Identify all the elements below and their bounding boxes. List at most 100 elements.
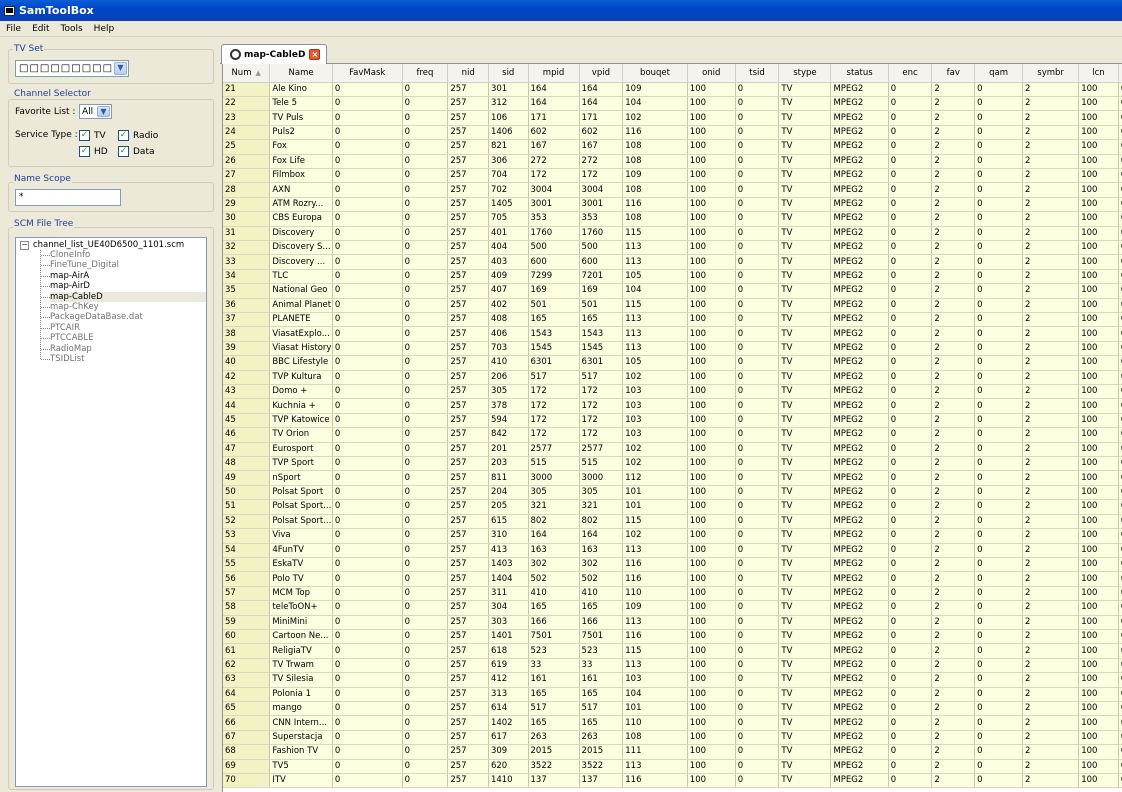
table-cell[interactable]: 100 (687, 773, 736, 789)
table-row[interactable]: 36 Animal Planet 0 0 257 402 501 501 115 100 0 TV MP… (223, 298, 1122, 314)
table-cell[interactable]: 44 (223, 398, 271, 414)
table-cell[interactable]: 6900 (1118, 600, 1122, 616)
table-cell[interactable]: 2577 (579, 442, 624, 458)
table-cell[interactable]: 811 (488, 470, 529, 486)
table-cell[interactable]: 104 (622, 687, 688, 702)
table-cell[interactable]: 0 (888, 154, 933, 169)
table-cell[interactable]: 0 (735, 543, 780, 558)
table-cell[interactable]: TV (778, 427, 832, 443)
table-cell[interactable]: 0 (332, 269, 403, 285)
table-cell[interactable]: 52 (223, 514, 271, 530)
table-cell[interactable]: 0 (735, 240, 780, 256)
table-cell[interactable]: 6900 (1118, 773, 1122, 789)
table-cell[interactable]: 39 (223, 341, 271, 357)
table-cell[interactable]: 116 (622, 571, 688, 587)
table-cell[interactable]: 6900 (1118, 456, 1122, 472)
table-cell[interactable]: 167 (528, 139, 580, 155)
table-cell[interactable]: 30 (223, 211, 271, 227)
table-cell[interactable]: 0 (332, 182, 403, 198)
table-cell[interactable]: 2 (1022, 254, 1080, 270)
table-cell[interactable]: 24 (223, 125, 271, 141)
table-cell[interactable]: 113 (622, 254, 688, 270)
table-cell[interactable]: 100 (687, 240, 736, 256)
table-cell[interactable]: 0 (402, 528, 449, 544)
table-row[interactable]: 59 MiniMini 0 0 257 303 166 166 113 100 0 TV MPEG2 0 2… (223, 615, 1122, 630)
table-cell[interactable]: 0 (735, 557, 780, 573)
tree-item[interactable]: TSIDList (50, 354, 85, 364)
table-cell[interactable]: 3522 (579, 759, 624, 775)
table-cell[interactable]: 23 (223, 110, 271, 126)
table-cell[interactable]: 272 (579, 154, 624, 169)
table-cell[interactable]: 0 (974, 730, 1023, 746)
table-cell[interactable]: 100 (687, 571, 736, 587)
table-cell[interactable]: 6900 (1118, 82, 1122, 97)
table-cell[interactable]: 0 (332, 413, 403, 429)
table-cell[interactable]: 0 (402, 312, 449, 328)
table-cell[interactable]: TV (778, 197, 832, 213)
table-cell[interactable]: 0 (332, 384, 403, 400)
table-cell[interactable]: 100 (687, 211, 736, 227)
table-cell[interactable]: 2 (1022, 643, 1080, 659)
table-row[interactable]: 38 ViasatExplo... 0 0 257 406 1543 1543 113 100 0 T… (223, 326, 1122, 342)
table-cell[interactable]: 100 (1078, 615, 1119, 630)
table-cell[interactable]: 2 (931, 298, 976, 314)
table-cell[interactable]: 614 (488, 701, 529, 717)
table-cell[interactable]: 257 (447, 82, 489, 97)
table-cell[interactable]: MPEG2 (830, 211, 889, 227)
table-cell[interactable]: 0 (974, 154, 1023, 169)
table-cell[interactable]: 6900 (1118, 629, 1122, 645)
table-cell[interactable]: 257 (447, 773, 489, 789)
table-cell[interactable]: 2577 (528, 442, 580, 458)
table-cell[interactable]: 68 (223, 744, 271, 760)
table-cell[interactable]: 100 (687, 629, 736, 645)
table-cell[interactable]: 0 (888, 759, 933, 775)
table-cell[interactable]: 0 (402, 643, 449, 659)
table-cell[interactable]: TV (778, 442, 832, 458)
table-cell[interactable]: TV Orion (269, 427, 333, 443)
table-cell[interactable]: 0 (402, 226, 449, 241)
table-cell[interactable]: 0 (888, 543, 933, 558)
table-cell[interactable]: 0 (974, 139, 1023, 155)
table-row[interactable]: 54 4FunTV 0 0 257 413 163 163 113 100 0 TV MPEG2 0 2 0 2… (223, 543, 1122, 558)
table-cell[interactable]: MPEG2 (830, 240, 889, 256)
table-cell[interactable]: 1404 (488, 571, 529, 587)
table-cell[interactable]: 0 (974, 773, 1023, 789)
table-cell[interactable]: 100 (687, 514, 736, 530)
table-cell[interactable]: 257 (447, 499, 489, 515)
column-header[interactable] (1118, 64, 1122, 83)
table-cell[interactable]: 302 (579, 557, 624, 573)
table-cell[interactable]: 257 (447, 355, 489, 371)
table-cell[interactable]: 100 (1078, 96, 1119, 112)
table-cell[interactable]: 2 (1022, 730, 1080, 746)
table-cell[interactable]: 0 (402, 442, 449, 458)
table-cell[interactable]: Discovery ... (269, 254, 333, 270)
table-cell[interactable]: 6900 (1118, 125, 1122, 141)
table-row[interactable]: 23 TV Puls 0 0 257 106 171 171 102 100 0 TV MPEG2 0 2 0… (223, 110, 1122, 126)
table-cell[interactable]: 102 (622, 456, 688, 472)
table-row[interactable]: 66 CNN Intern... 0 0 257 1402 165 165 110 100 0 TV M… (223, 715, 1122, 731)
table-cell[interactable]: MPEG2 (830, 370, 889, 386)
table-cell[interactable]: 0 (402, 672, 449, 688)
table-cell[interactable]: 63 (223, 672, 271, 688)
table-cell[interactable]: 113 (622, 240, 688, 256)
table-cell[interactable]: 165 (528, 600, 580, 616)
table-cell[interactable]: 100 (687, 586, 736, 602)
table-cell[interactable]: 6900 (1118, 211, 1122, 227)
table-cell[interactable]: 0 (735, 499, 780, 515)
table-cell[interactable]: 2 (931, 773, 976, 789)
table-cell[interactable]: 100 (1078, 182, 1119, 198)
table-cell[interactable]: 0 (735, 413, 780, 429)
table-cell[interactable]: 0 (402, 600, 449, 616)
table-cell[interactable]: 517 (579, 701, 624, 717)
table-cell[interactable]: 0 (402, 687, 449, 702)
table-cell[interactable]: 0 (888, 326, 933, 342)
table-cell[interactable]: 0 (332, 571, 403, 587)
table-cell[interactable]: 617 (488, 730, 529, 746)
table-cell[interactable]: 0 (735, 773, 780, 789)
table-cell[interactable]: 100 (687, 456, 736, 472)
table-cell[interactable]: 2 (931, 226, 976, 241)
table-cell[interactable]: 303 (488, 615, 529, 630)
table-cell[interactable]: 0 (888, 701, 933, 717)
table-cell[interactable]: 0 (735, 715, 780, 731)
table-cell[interactable]: 2 (1022, 759, 1080, 775)
